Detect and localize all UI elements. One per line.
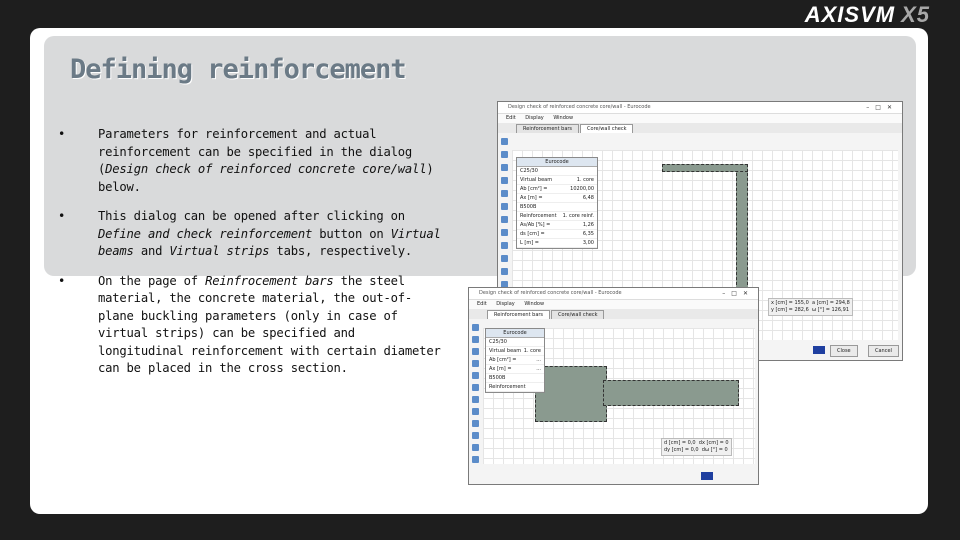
tab-core-wall-check[interactable]: Core/wall check [551,310,605,319]
tool-icon[interactable] [471,432,479,439]
tool-icon[interactable] [471,324,479,331]
panel-row: C25/30 [486,338,544,347]
logo-version: X5 [901,2,930,27]
left-toolbar [469,320,481,463]
panel-header: Eurocode [486,329,544,338]
tool-icon[interactable] [500,138,508,145]
slide-title: Defining reinforcement [70,54,407,85]
tool-icon[interactable] [471,456,479,463]
close-button[interactable]: Close [830,345,858,357]
properties-panel: Eurocode C25/30 Virtual beam 1. core Ab [… [485,328,545,393]
panel-row: As/Ab [%] = 1,26 [517,221,597,230]
tool-icon[interactable] [500,203,508,210]
panel-row: Reinforcement 1. core reinf. [517,212,597,221]
panel-row: Ab [cm²] =... [486,356,544,365]
panel-row: ds [cm] = 6,35 [517,230,597,239]
tool-icon[interactable] [471,360,479,367]
panel-row: Virtual beam 1. core [517,176,597,185]
bullet-marker: • [58,209,66,223]
menu-display[interactable]: Display [525,115,543,121]
axisvm-logo: AXISVM X5 [804,2,930,27]
tool-icon[interactable] [500,177,508,184]
coordinate-readout: x [cm] = 155,0 a [cm] = 294,8 y [cm] = 2… [768,298,853,316]
menu-edit[interactable]: Edit [506,115,516,121]
tool-icon[interactable] [471,420,479,427]
tool-icon[interactable] [471,336,479,343]
tool-icon[interactable] [500,190,508,197]
tool-icon[interactable] [500,216,508,223]
window-controls[interactable]: –□✕ [722,288,754,299]
tab-bar: Reinforcement bars Core/wall check [498,123,902,133]
tab-bar: Reinforcement bars Core/wall check [469,309,758,319]
tool-icon[interactable] [471,444,479,451]
coordinate-readout: d [cm] = 0,0 dx [cm] = 0 dy [cm] = 0,0 d… [661,438,732,456]
tool-icon[interactable] [471,348,479,355]
dialog-window-reinforcement-bars: Design check of reinforced concrete core… [468,287,759,485]
panel-row: Virtual beam 1. core [486,347,544,356]
panel-row: Reinforcement [486,383,544,392]
window-titlebar: Design check of reinforced concrete core… [498,102,902,114]
menu-bar: Edit Display Window [498,114,902,123]
bullet-text: On the page of Reinfrocement bars the st… [98,273,441,376]
tool-icon[interactable] [500,268,508,275]
bullet-text: This dialog can be opened after clicking… [98,209,441,258]
panel-row: Ax [m] =... [486,365,544,374]
tab-core-wall-check[interactable]: Core/wall check [580,124,634,133]
tab-reinforcement-bars[interactable]: Reinforcement bars [516,124,580,133]
menu-window[interactable]: Window [553,115,573,121]
bullet-item: • On the page of Reinfrocement bars the … [58,273,446,378]
bullet-marker: • [58,273,66,288]
tool-icon[interactable] [500,242,508,249]
wall-section-vertical [736,168,748,290]
panel-header: Eurocode [517,158,597,167]
menu-display[interactable]: Display [496,301,514,307]
tool-icon[interactable] [471,384,479,391]
bullet-item: • Parameters for reinforcement and actua… [58,126,446,196]
properties-panel: Eurocode C25/30 Virtual beam 1. core Ab [… [516,157,598,249]
wall-section-top [662,164,748,172]
menu-window[interactable]: Window [524,301,544,307]
core-section-flange [535,366,607,422]
tool-icon[interactable] [471,408,479,415]
window-title: Design check of reinforced concrete core… [479,290,622,296]
bullet-list: • Parameters for reinforcement and actua… [58,126,446,390]
bullet-item: • This dialog can be opened after clicki… [58,208,446,261]
window-titlebar: Design check of reinforced concrete core… [469,288,758,300]
panel-row: B500B [517,203,597,212]
eu-flag-icon [813,346,825,354]
bullet-text: Parameters for reinforcement and actual … [98,127,434,194]
menu-edit[interactable]: Edit [477,301,487,307]
panel-row: L [m] = 3,00 [517,239,597,248]
cancel-button[interactable]: Cancel [868,345,899,357]
tool-icon[interactable] [500,229,508,236]
tool-icon[interactable] [500,164,508,171]
window-controls[interactable]: –□✕ [866,102,898,113]
panel-row: B500B [486,374,544,383]
core-section-web [603,380,739,406]
panel-row: C25/30 [517,167,597,176]
eu-flag-icon [701,472,713,480]
tab-reinforcement-bars[interactable]: Reinforcement bars [487,310,551,319]
panel-row: Ab [cm²] = 10200,00 [517,185,597,194]
tool-icon[interactable] [500,151,508,158]
tool-icon[interactable] [471,396,479,403]
menu-bar: Edit Display Window [469,300,758,309]
bullet-marker: • [58,127,66,141]
window-title: Design check of reinforced concrete core… [508,104,651,110]
tool-icon[interactable] [471,372,479,379]
logo-brand: AXISVM [804,2,896,27]
tool-icon[interactable] [500,255,508,262]
panel-row: Ax [m] = 6,48 [517,194,597,203]
